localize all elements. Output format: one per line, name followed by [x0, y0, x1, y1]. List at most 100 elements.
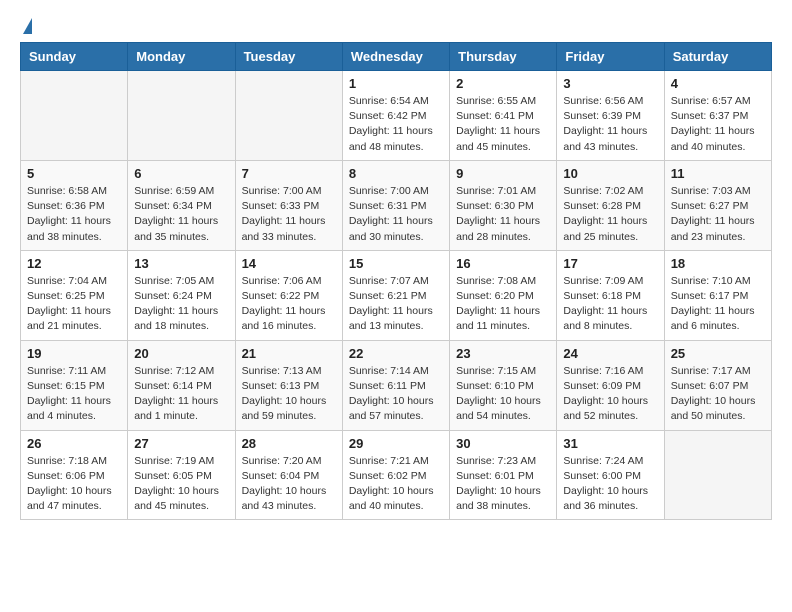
day-info: Sunrise: 6:59 AM Sunset: 6:34 PM Dayligh… [134, 184, 228, 245]
day-info: Sunrise: 7:17 AM Sunset: 6:07 PM Dayligh… [671, 364, 765, 425]
day-info: Sunrise: 7:21 AM Sunset: 6:02 PM Dayligh… [349, 454, 443, 515]
calendar-cell: 13Sunrise: 7:05 AM Sunset: 6:24 PM Dayli… [128, 250, 235, 340]
calendar-cell: 30 Sunrise: 7:23 AM Sunset: 6:01 PM Dayli… [450, 430, 557, 520]
calendar-cell: 4 Sunrise: 6:57 AM Sunset: 6:37 PM Daylig… [664, 71, 771, 161]
day-info: Sunrise: 7:08 AM Sunset: 6:20 PM Dayligh… [456, 274, 550, 335]
day-number: 7 [242, 166, 336, 181]
calendar-cell: 21Sunrise: 7:13 AM Sunset: 6:13 PM Dayli… [235, 340, 342, 430]
calendar-cell: 27 Sunrise: 7:19 AM Sunset: 6:05 PM Dayli… [128, 430, 235, 520]
day-number: 31 [563, 436, 657, 451]
day-info: Sunrise: 7:04 AM Sunset: 6:25 PM Dayligh… [27, 274, 121, 335]
day-info: Sunrise: 7:13 AM Sunset: 6:13 PM Dayligh… [242, 364, 336, 425]
day-info: Sunrise: 7:06 AM Sunset: 6:22 PM Dayligh… [242, 274, 336, 335]
calendar-cell: 7 Sunrise: 7:00 AM Sunset: 6:33 PM Daylig… [235, 160, 342, 250]
day-number: 3 [563, 76, 657, 91]
calendar-cell: 1Sunrise: 6:54 AM Sunset: 6:42 PM Daylig… [342, 71, 449, 161]
weekday-header-friday: Friday [557, 43, 664, 71]
calendar-cell: 16 Sunrise: 7:08 AM Sunset: 6:20 PM Dayli… [450, 250, 557, 340]
day-info: Sunrise: 7:09 AM Sunset: 6:18 PM Dayligh… [563, 274, 657, 335]
calendar-week-row: 1Sunrise: 6:54 AM Sunset: 6:42 PM Daylig… [21, 71, 772, 161]
day-info: Sunrise: 7:02 AM Sunset: 6:28 PM Dayligh… [563, 184, 657, 245]
day-number: 5 [27, 166, 121, 181]
calendar-week-row: 5 Sunrise: 6:58 AM Sunset: 6:36 PM Daylig… [21, 160, 772, 250]
day-number: 30 [456, 436, 550, 451]
day-info: Sunrise: 7:01 AM Sunset: 6:30 PM Dayligh… [456, 184, 550, 245]
calendar-cell: 23 Sunrise: 7:15 AM Sunset: 6:10 PM Dayli… [450, 340, 557, 430]
day-info: Sunrise: 6:54 AM Sunset: 6:42 PM Dayligh… [349, 94, 443, 155]
calendar-table: SundayMondayTuesdayWednesdayThursdayFrid… [20, 42, 772, 520]
calendar-cell: 25 Sunrise: 7:17 AM Sunset: 6:07 PM Dayli… [664, 340, 771, 430]
day-number: 22 [349, 346, 443, 361]
calendar-week-row: 26Sunrise: 7:18 AM Sunset: 6:06 PM Dayli… [21, 430, 772, 520]
day-number: 16 [456, 256, 550, 271]
calendar-cell: 15 Sunrise: 7:07 AM Sunset: 6:21 PM Dayli… [342, 250, 449, 340]
day-info: Sunrise: 7:11 AM Sunset: 6:15 PM Dayligh… [27, 364, 121, 425]
day-number: 17 [563, 256, 657, 271]
day-number: 13 [134, 256, 228, 271]
weekday-header-monday: Monday [128, 43, 235, 71]
calendar-cell [235, 71, 342, 161]
day-info: Sunrise: 7:16 AM Sunset: 6:09 PM Dayligh… [563, 364, 657, 425]
calendar-week-row: 12 Sunrise: 7:04 AM Sunset: 6:25 PM Dayli… [21, 250, 772, 340]
calendar-cell [128, 71, 235, 161]
calendar-cell: 3 Sunrise: 6:56 AM Sunset: 6:39 PM Daylig… [557, 71, 664, 161]
day-number: 11 [671, 166, 765, 181]
day-number: 6 [134, 166, 228, 181]
calendar-cell: 12 Sunrise: 7:04 AM Sunset: 6:25 PM Dayli… [21, 250, 128, 340]
day-info: Sunrise: 7:10 AM Sunset: 6:17 PM Dayligh… [671, 274, 765, 335]
day-number: 2 [456, 76, 550, 91]
day-number: 23 [456, 346, 550, 361]
day-info: Sunrise: 7:19 AM Sunset: 6:05 PM Dayligh… [134, 454, 228, 515]
logo [20, 20, 32, 32]
day-info: Sunrise: 7:18 AM Sunset: 6:06 PM Dayligh… [27, 454, 121, 515]
calendar-cell: 20 Sunrise: 7:12 AM Sunset: 6:14 PM Dayli… [128, 340, 235, 430]
day-info: Sunrise: 6:57 AM Sunset: 6:37 PM Dayligh… [671, 94, 765, 155]
day-info: Sunrise: 7:12 AM Sunset: 6:14 PM Dayligh… [134, 364, 228, 425]
calendar-cell: 26Sunrise: 7:18 AM Sunset: 6:06 PM Dayli… [21, 430, 128, 520]
day-number: 9 [456, 166, 550, 181]
calendar-cell: 29 Sunrise: 7:21 AM Sunset: 6:02 PM Dayli… [342, 430, 449, 520]
weekday-header-saturday: Saturday [664, 43, 771, 71]
day-info: Sunrise: 7:07 AM Sunset: 6:21 PM Dayligh… [349, 274, 443, 335]
day-info: Sunrise: 6:56 AM Sunset: 6:39 PM Dayligh… [563, 94, 657, 155]
calendar-cell: 19 Sunrise: 7:11 AM Sunset: 6:15 PM Dayli… [21, 340, 128, 430]
calendar-cell: 22Sunrise: 7:14 AM Sunset: 6:11 PM Dayli… [342, 340, 449, 430]
day-number: 25 [671, 346, 765, 361]
day-number: 29 [349, 436, 443, 451]
calendar-cell: 14Sunrise: 7:06 AM Sunset: 6:22 PM Dayli… [235, 250, 342, 340]
calendar-cell: 24 Sunrise: 7:16 AM Sunset: 6:09 PM Dayli… [557, 340, 664, 430]
calendar-cell: 18 Sunrise: 7:10 AM Sunset: 6:17 PM Dayli… [664, 250, 771, 340]
weekday-header-tuesday: Tuesday [235, 43, 342, 71]
calendar-cell: 10 Sunrise: 7:02 AM Sunset: 6:28 PM Dayli… [557, 160, 664, 250]
day-number: 19 [27, 346, 121, 361]
day-number: 15 [349, 256, 443, 271]
calendar-cell: 11 Sunrise: 7:03 AM Sunset: 6:27 PM Dayli… [664, 160, 771, 250]
calendar-cell: 2 Sunrise: 6:55 AM Sunset: 6:41 PM Daylig… [450, 71, 557, 161]
calendar-week-row: 19 Sunrise: 7:11 AM Sunset: 6:15 PM Dayli… [21, 340, 772, 430]
weekday-header-row: SundayMondayTuesdayWednesdayThursdayFrid… [21, 43, 772, 71]
day-info: Sunrise: 7:15 AM Sunset: 6:10 PM Dayligh… [456, 364, 550, 425]
weekday-header-thursday: Thursday [450, 43, 557, 71]
day-number: 4 [671, 76, 765, 91]
day-info: Sunrise: 7:00 AM Sunset: 6:33 PM Dayligh… [242, 184, 336, 245]
day-number: 20 [134, 346, 228, 361]
day-info: Sunrise: 7:24 AM Sunset: 6:00 PM Dayligh… [563, 454, 657, 515]
day-info: Sunrise: 7:23 AM Sunset: 6:01 PM Dayligh… [456, 454, 550, 515]
weekday-header-wednesday: Wednesday [342, 43, 449, 71]
day-number: 28 [242, 436, 336, 451]
calendar-cell: 28 Sunrise: 7:20 AM Sunset: 6:04 PM Dayli… [235, 430, 342, 520]
logo-triangle-icon [23, 18, 32, 34]
calendar-cell: 8Sunrise: 7:00 AM Sunset: 6:31 PM Daylig… [342, 160, 449, 250]
day-number: 18 [671, 256, 765, 271]
calendar-cell [21, 71, 128, 161]
day-number: 27 [134, 436, 228, 451]
calendar-cell [664, 430, 771, 520]
day-number: 10 [563, 166, 657, 181]
day-number: 12 [27, 256, 121, 271]
day-info: Sunrise: 7:00 AM Sunset: 6:31 PM Dayligh… [349, 184, 443, 245]
day-number: 24 [563, 346, 657, 361]
day-info: Sunrise: 7:03 AM Sunset: 6:27 PM Dayligh… [671, 184, 765, 245]
day-info: Sunrise: 6:55 AM Sunset: 6:41 PM Dayligh… [456, 94, 550, 155]
day-info: Sunrise: 7:20 AM Sunset: 6:04 PM Dayligh… [242, 454, 336, 515]
day-info: Sunrise: 6:58 AM Sunset: 6:36 PM Dayligh… [27, 184, 121, 245]
